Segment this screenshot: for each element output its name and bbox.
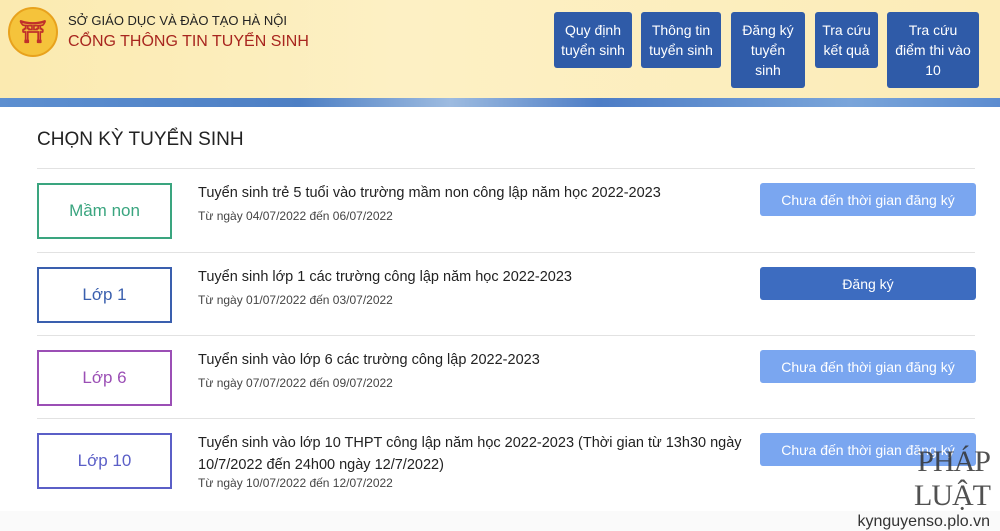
logo-icon[interactable]: ⛩ bbox=[8, 7, 58, 57]
not-yet-button[interactable]: Chưa đến thời gian đăng ký bbox=[760, 183, 976, 216]
row-date: Từ ngày 01/07/2022 đến 03/07/2022 bbox=[198, 293, 393, 307]
row-title: Tuyển sinh trẻ 5 tuổi vào trường mầm non… bbox=[198, 185, 661, 201]
row-date: Từ ngày 10/07/2022 đến 12/07/2022 bbox=[198, 476, 393, 490]
row-divider bbox=[37, 168, 975, 169]
level-badge[interactable]: Lớp 10 bbox=[37, 433, 172, 489]
row-divider bbox=[37, 418, 975, 419]
level-badge[interactable]: Mầm non bbox=[37, 183, 172, 239]
nav-thong-tin[interactable]: Thông tin tuyển sinh bbox=[641, 12, 721, 68]
level-badge[interactable]: Lớp 1 bbox=[37, 267, 172, 323]
page-title: CHỌN KỲ TUYỂN SINH bbox=[37, 129, 244, 150]
portal-title[interactable]: CỔNG THÔNG TIN TUYỂN SINH bbox=[68, 33, 309, 51]
nav-dang-ky[interactable]: Đăng ký tuyển sinh bbox=[731, 12, 805, 88]
row-divider bbox=[37, 252, 975, 253]
watermark-brand: PHÁP LUẬT bbox=[914, 445, 991, 512]
level-badge[interactable]: Lớp 6 bbox=[37, 350, 172, 406]
header: ⛩ SỞ GIÁO DỤC VÀ ĐÀO TẠO HÀ NỘI CỔNG THÔ… bbox=[0, 0, 1000, 98]
nav-quy-dinh[interactable]: Quy định tuyển sinh bbox=[554, 12, 632, 68]
register-button[interactable]: Đăng ký bbox=[760, 267, 976, 300]
row-title: Tuyển sinh vào lớp 6 các trường công lập… bbox=[198, 352, 540, 368]
watermark: PHÁP LUẬT kynguyenso.plo.vn bbox=[850, 445, 991, 531]
row-title: Tuyển sinh vào lớp 10 THPT công lập năm … bbox=[198, 435, 742, 473]
watermark-site: kynguyenso.plo.vn bbox=[857, 513, 990, 530]
row-date: Từ ngày 04/07/2022 đến 06/07/2022 bbox=[198, 209, 393, 223]
row-divider bbox=[37, 335, 975, 336]
row-date: Từ ngày 07/07/2022 đến 09/07/2022 bbox=[198, 376, 393, 390]
nav-tra-cuu-ket-qua[interactable]: Tra cứu kết quả bbox=[815, 12, 878, 68]
not-yet-button[interactable]: Chưa đến thời gian đăng ký bbox=[760, 350, 976, 383]
nav-tra-cuu-diem[interactable]: Tra cứu điểm thi vào 10 bbox=[887, 12, 979, 88]
org-name: SỞ GIÁO DỤC VÀ ĐÀO TẠO HÀ NỘI bbox=[68, 13, 287, 28]
row-title: Tuyển sinh lớp 1 các trường công lập năm… bbox=[198, 269, 572, 285]
banner-strip bbox=[0, 98, 1000, 107]
